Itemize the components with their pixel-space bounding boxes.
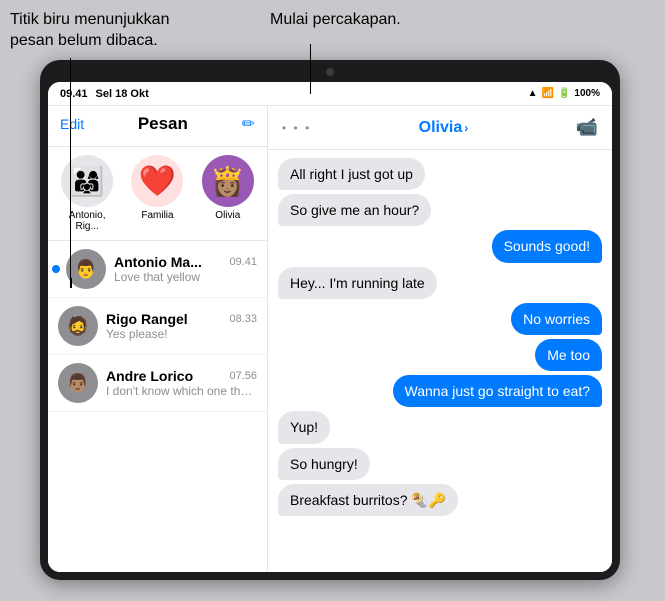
conv-name-row-rigo: Rigo Rangel 08.33 — [106, 311, 257, 327]
conv-details-andre: Andre Lorico 07.56 I don't know which on… — [106, 368, 257, 398]
pinned-label-antonio: Antonio, Rig... — [57, 210, 117, 232]
ipad-screen: 09.41 Sel 18 Okt ▲ 📶 🔋 100% Edit Pesan ✏ — [48, 82, 612, 572]
conv-name-row-andre: Andre Lorico 07.56 — [106, 368, 257, 384]
conv-preview-andre: I don't know which one that is — [106, 384, 257, 398]
edit-button[interactable]: Edit — [60, 116, 84, 132]
status-bar: 09.41 Sel 18 Okt ▲ 📶 🔋 100% — [48, 82, 612, 106]
camera-dot — [326, 68, 334, 76]
messages-scroll[interactable]: All right I just got up So give me an ho… — [268, 150, 612, 572]
wifi-icon: 📶 — [542, 88, 554, 99]
message-m8: Yup! — [278, 411, 330, 443]
compose-button[interactable]: ✏ — [242, 114, 255, 134]
chevron-right-icon: › — [464, 121, 468, 135]
unread-dot — [52, 265, 60, 273]
sidebar: Edit Pesan ✏ 👨‍👩‍👧 Antonio, Rig... — [48, 106, 268, 572]
chat-header: • • • Olivia › 📹 — [268, 106, 612, 150]
conv-time-rigo: 08.33 — [229, 313, 257, 325]
status-bar-right: ▲ 📶 🔋 100% — [528, 88, 600, 99]
status-date: Sel 18 Okt — [96, 88, 149, 100]
conv-item-andre[interactable]: 👨🏽 Andre Lorico 07.56 I don't know which… — [48, 355, 267, 412]
conv-avatar-rigo: 🧔 — [58, 306, 98, 346]
conv-name-row: Antonio Ma... 09.41 — [114, 254, 257, 270]
conv-preview-rigo: Yes please! — [106, 327, 257, 341]
annotation-blue-dot: Titik biru menunjukkan pesan belum dibac… — [10, 10, 169, 52]
pinned-row: 👨‍👩‍👧 Antonio, Rig... ❤️ Familia 👸🏽 — [48, 147, 267, 241]
conv-name-antonio: Antonio Ma... — [114, 254, 202, 270]
conv-time-andre: 07.56 — [229, 370, 257, 382]
pinned-item-olivia[interactable]: 👸🏽 Olivia — [198, 155, 258, 232]
sidebar-header: Edit Pesan ✏ — [48, 106, 267, 147]
conv-item-antonio[interactable]: 👨 Antonio Ma... 09.41 Love that yellow — [48, 241, 267, 298]
annotation-line-blue-dot — [70, 58, 71, 278]
signal-icon: ▲ — [528, 88, 538, 99]
message-m5: No worries — [511, 303, 602, 335]
conv-name-rigo: Rigo Rangel — [106, 311, 188, 327]
chat-contact-name: Olivia — [419, 119, 463, 137]
status-time: 09.41 — [60, 88, 88, 100]
message-m7: Wanna just go straight to eat? — [393, 375, 602, 407]
status-bar-left: 09.41 Sel 18 Okt — [60, 88, 149, 100]
conversation-list: 👨 Antonio Ma... 09.41 Love that yellow — [48, 241, 267, 572]
pinned-item-antonio[interactable]: 👨‍👩‍👧 Antonio, Rig... — [57, 155, 117, 232]
pinned-label-familia: Familia — [141, 210, 173, 221]
message-m9: So hungry! — [278, 448, 370, 480]
conv-item-rigo[interactable]: 🧔 Rigo Rangel 08.33 Yes please! — [48, 298, 267, 355]
message-m10: Breakfast burritos? 🌯🔑 — [278, 484, 458, 516]
message-m4: Hey... I'm running late — [278, 267, 437, 299]
annotation-compose: Mulai percakapan. — [270, 10, 401, 31]
battery-icon: 🔋 — [558, 88, 570, 99]
message-m6: Me too — [535, 339, 602, 371]
conv-name-andre: Andre Lorico — [106, 368, 193, 384]
pinned-avatar-familia: ❤️ — [131, 155, 183, 207]
conv-avatar-antonio: 👨 — [66, 249, 106, 289]
chat-dots: • • • — [282, 121, 311, 135]
pinned-avatar-olivia: 👸🏽 — [202, 155, 254, 207]
pinned-item-familia[interactable]: ❤️ Familia — [127, 155, 187, 232]
pinned-label-olivia: Olivia — [215, 210, 240, 221]
conv-details-rigo: Rigo Rangel 08.33 Yes please! — [106, 311, 257, 341]
ipad-frame: 09.41 Sel 18 Okt ▲ 📶 🔋 100% Edit Pesan ✏ — [40, 60, 620, 580]
main-content: Edit Pesan ✏ 👨‍👩‍👧 Antonio, Rig... — [48, 106, 612, 572]
battery-label: 100% — [574, 88, 600, 99]
conv-avatar-andre: 👨🏽 — [58, 363, 98, 403]
annotation-line-compose — [310, 44, 311, 94]
message-m2: So give me an hour? — [278, 194, 431, 226]
chat-video-button[interactable]: 📹 — [576, 117, 598, 138]
conv-preview-antonio: Love that yellow — [114, 270, 257, 284]
chat-area: • • • Olivia › 📹 All right I just got up — [268, 106, 612, 572]
conv-time-antonio: 09.41 — [229, 256, 257, 268]
conv-details-antonio: Antonio Ma... 09.41 Love that yellow — [114, 254, 257, 284]
sidebar-header-top: Edit Pesan ✏ — [60, 114, 255, 134]
message-m3: Sounds good! — [492, 230, 602, 262]
sidebar-title: Pesan — [84, 114, 241, 134]
annotation-line-blue-dot-h — [70, 278, 72, 288]
message-m1: All right I just got up — [278, 158, 425, 190]
pinned-avatar-antonio: 👨‍👩‍👧 — [61, 155, 113, 207]
chat-header-title[interactable]: Olivia › — [419, 119, 469, 137]
